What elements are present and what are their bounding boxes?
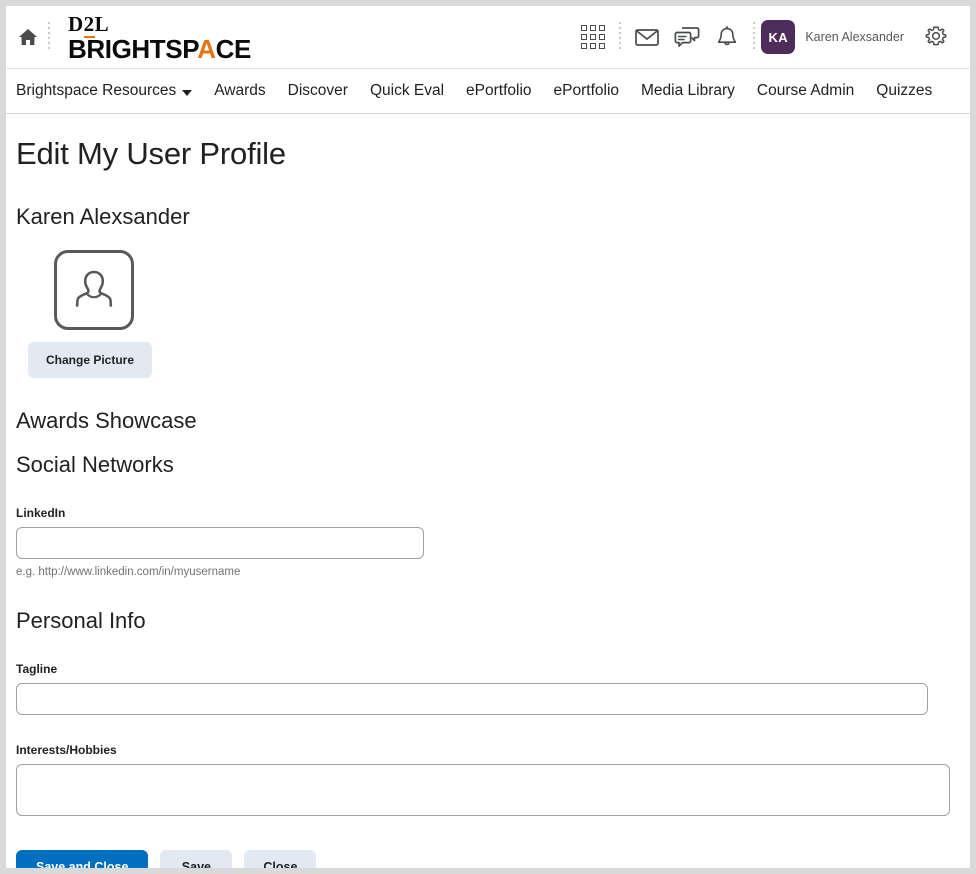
page-title: Edit My User Profile bbox=[16, 136, 286, 171]
section-heading-awards-showcase: Awards Showcase bbox=[16, 408, 197, 433]
logo-brightspace-post: CE bbox=[215, 34, 252, 64]
nav-item-awards[interactable]: Awards bbox=[203, 76, 276, 106]
app-header: D2L BRIGHTSPACE KA Karen Alexsander bbox=[6, 6, 970, 68]
waffle-grid-icon[interactable] bbox=[573, 17, 613, 57]
tagline-input[interactable] bbox=[16, 683, 928, 715]
email-icon[interactable] bbox=[627, 17, 667, 57]
bell-icon[interactable] bbox=[707, 17, 747, 57]
logo-flame-accent: A bbox=[197, 34, 216, 64]
nav-label: Brightspace Resources bbox=[16, 82, 177, 99]
save-button[interactable]: Save bbox=[160, 850, 233, 868]
header-divider-2 bbox=[613, 20, 627, 54]
logo-brightspace: BRIGHTSPACE bbox=[68, 36, 251, 62]
nav-item-media-library[interactable]: Media Library bbox=[630, 76, 746, 106]
linkedin-input[interactable] bbox=[16, 527, 424, 559]
form-action-buttons: Save and Close Save Close bbox=[16, 850, 960, 868]
nav-item-discover[interactable]: Discover bbox=[277, 76, 359, 106]
interests-label: Interests/Hobbies bbox=[16, 743, 117, 757]
header-divider bbox=[42, 20, 56, 54]
user-name-label[interactable]: Karen Alexsander bbox=[805, 30, 904, 44]
interests-input[interactable] bbox=[16, 764, 950, 816]
change-picture-button[interactable]: Change Picture bbox=[28, 342, 153, 378]
save-and-close-button[interactable]: Save and Close bbox=[16, 850, 149, 868]
logo-brightspace-pre: BRIGHTSP bbox=[68, 34, 198, 64]
avatar[interactable]: KA bbox=[761, 20, 796, 54]
section-heading-personal-info: Personal Info bbox=[16, 608, 146, 633]
nav-item-eportfolio-2[interactable]: ePortfolio bbox=[543, 76, 630, 106]
home-icon[interactable] bbox=[14, 23, 42, 51]
main-content: Edit My User Profile Karen Alexsander Ch… bbox=[6, 136, 970, 868]
main-navigation: Brightspace Resources Awards Discover Qu… bbox=[6, 68, 970, 114]
person-placeholder-icon bbox=[54, 250, 134, 330]
nav-item-eportfolio-1[interactable]: ePortfolio bbox=[455, 76, 542, 106]
nav-item-quizzes[interactable]: Quizzes bbox=[865, 76, 943, 106]
linkedin-label: LinkedIn bbox=[16, 506, 66, 520]
linkedin-hint: e.g. http://www.linkedin.com/in/myuserna… bbox=[16, 566, 241, 578]
header-divider-3 bbox=[747, 20, 761, 54]
profile-person-name: Karen Alexsander bbox=[16, 204, 190, 229]
nav-item-quick-eval[interactable]: Quick Eval bbox=[359, 76, 455, 106]
chevron-down-icon bbox=[182, 89, 193, 96]
nav-item-brightspace-resources[interactable]: Brightspace Resources bbox=[16, 76, 203, 106]
tagline-label: Tagline bbox=[16, 662, 58, 676]
header-actions: KA Karen Alexsander bbox=[573, 17, 956, 57]
chat-icon[interactable] bbox=[667, 17, 707, 57]
gear-icon[interactable] bbox=[916, 17, 956, 57]
logo-d2l: D2L bbox=[68, 12, 110, 38]
close-button[interactable]: Close bbox=[244, 850, 317, 868]
browser-page: D2L BRIGHTSPACE KA Karen Alexsander Brig… bbox=[0, 0, 976, 874]
waffle-grid-glyph bbox=[581, 25, 606, 49]
nav-item-course-admin[interactable]: Course Admin bbox=[746, 76, 865, 106]
profile-picture-block: Change Picture bbox=[16, 250, 960, 378]
section-heading-social-networks: Social Networks bbox=[16, 452, 174, 477]
brightspace-logo[interactable]: D2L BRIGHTSPACE bbox=[68, 12, 251, 62]
